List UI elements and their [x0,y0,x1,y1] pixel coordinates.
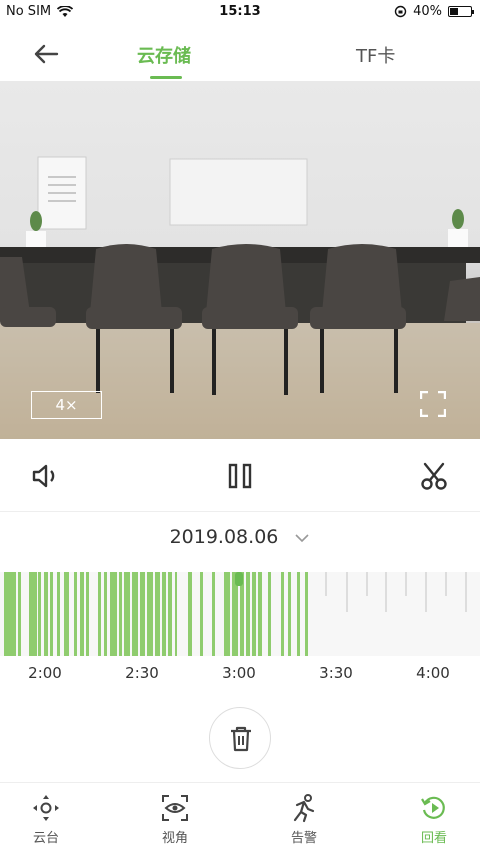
timeline-label: 3:30 [319,664,353,682]
tabbar-label: 视角 [161,831,188,846]
timeline-label: 3:00 [222,664,256,682]
recording-segment [57,572,60,656]
date-value: 2019.08.06 [169,526,279,548]
tabbar-label: 告警 [290,831,317,846]
speed-badge[interactable]: 4× [31,391,102,419]
scissors-icon[interactable] [416,458,452,494]
timeline-labels: 2:00 2:30 3:00 3:30 4:00 [0,664,480,684]
timeline-label: 4:00 [416,664,450,682]
recording-segment [288,572,291,656]
date-selector[interactable]: 2019.08.06 [0,526,480,548]
tabbar-item-alarm[interactable]: 告警 [264,793,344,846]
battery-percent: 40% [413,4,442,19]
recording-segment [98,572,101,656]
recording-segment [224,572,230,656]
recording-segment [80,572,84,656]
bottom-tab-bar: 云台 视角 告警 回看 [0,782,480,853]
recording-segment [132,572,138,656]
recording-segment [281,572,284,656]
tabbar-label: 回看 [420,831,447,846]
recording-segment [147,572,153,656]
recording-segment [119,572,122,656]
playback-controls [0,440,480,512]
tab-tf-card[interactable]: TF卡 [356,42,395,68]
recording-timeline[interactable] [0,572,480,656]
active-tab-indicator [150,76,182,79]
recording-segment [110,572,117,656]
recording-segment [200,572,203,656]
plant-pot-right [448,229,468,249]
video-player[interactable]: 4× [0,81,480,439]
plant-left [30,211,42,231]
status-right: 40% [394,4,474,19]
recording-segment [246,572,250,656]
recording-segment [124,572,130,656]
tabbar-label: 云台 [32,831,59,846]
pause-icon[interactable] [222,458,258,494]
recording-segment [18,572,21,656]
video-frame [0,156,480,439]
alarm-icon [293,794,315,823]
recording-segment [252,572,256,656]
recording-segment [162,572,166,656]
fullscreen-icon[interactable] [420,391,446,417]
back-arrow-icon[interactable] [30,38,62,70]
tabbar-item-playback[interactable]: 回看 [394,793,474,846]
recording-segment [64,572,69,656]
rotation-lock-icon [394,5,407,18]
recording-segment [86,572,89,656]
view-angle-icon [162,795,188,821]
plant-right [452,209,464,229]
recording-segment [74,572,77,656]
recording-segment [188,572,192,656]
trash-icon [231,726,251,752]
battery-fill [450,8,458,15]
recording-segment [258,572,262,656]
recording-segment [29,572,37,656]
recording-segment [155,572,160,656]
battery-icon [448,6,474,17]
timeline-label: 2:00 [28,664,62,682]
recording-segment [104,572,107,656]
nav-header: 云存储 TF卡 [0,28,480,80]
volume-icon[interactable] [28,458,64,494]
recording-segment [305,572,308,656]
playhead-marker[interactable] [235,572,243,586]
recording-segment [268,572,271,656]
tab-cloud-storage[interactable]: 云存储 [137,42,191,68]
delete-button[interactable] [209,707,271,769]
recording-segment [38,572,41,656]
recording-segment [297,572,300,656]
recording-segment [50,572,53,656]
recording-segment [44,572,48,656]
ptz-icon [33,795,59,821]
recording-segment [212,572,215,656]
status-bar: No SIM 15:13 40% [0,0,480,24]
chevron-down-icon [295,533,309,542]
floor [0,323,480,439]
tabbar-item-ptz[interactable]: 云台 [6,793,86,846]
recording-segment [140,572,145,656]
timeline-label: 2:30 [125,664,159,682]
whiteboard [169,158,308,226]
recording-segment [175,572,177,656]
tabbar-item-view[interactable]: 视角 [135,793,215,846]
playback-icon [421,796,445,819]
recording-segment [4,572,16,656]
recording-segment [168,572,172,656]
